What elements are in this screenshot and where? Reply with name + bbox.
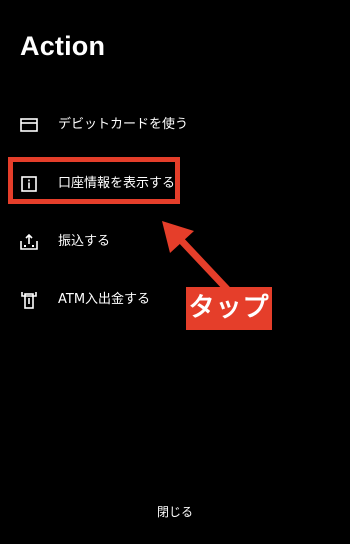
menu-item-label: ATM入出金する xyxy=(58,292,151,307)
close-button[interactable]: 閉じる xyxy=(0,498,350,526)
card-icon xyxy=(19,115,39,135)
tap-annotation-label: タップ xyxy=(186,287,272,330)
transfer-icon xyxy=(19,232,39,252)
menu-item-label: デビットカードを使う xyxy=(58,117,189,132)
atm-icon xyxy=(19,290,39,310)
menu-item-atm[interactable]: ATM入出金する xyxy=(0,283,350,317)
menu-item-debit-card[interactable]: デビットカードを使う xyxy=(0,108,350,142)
menu-item-label: 口座情報を表示する xyxy=(58,176,176,191)
info-icon xyxy=(19,174,39,194)
menu-item-account-info[interactable]: 口座情報を表示する xyxy=(0,167,350,201)
sheet-title: Action xyxy=(20,31,106,61)
menu-item-transfer[interactable]: 振込する xyxy=(0,225,350,259)
action-sheet: Action デビットカードを使う 口座情報を表示する 振込する ATM入出金す… xyxy=(0,0,350,544)
menu-item-label: 振込する xyxy=(58,234,111,249)
